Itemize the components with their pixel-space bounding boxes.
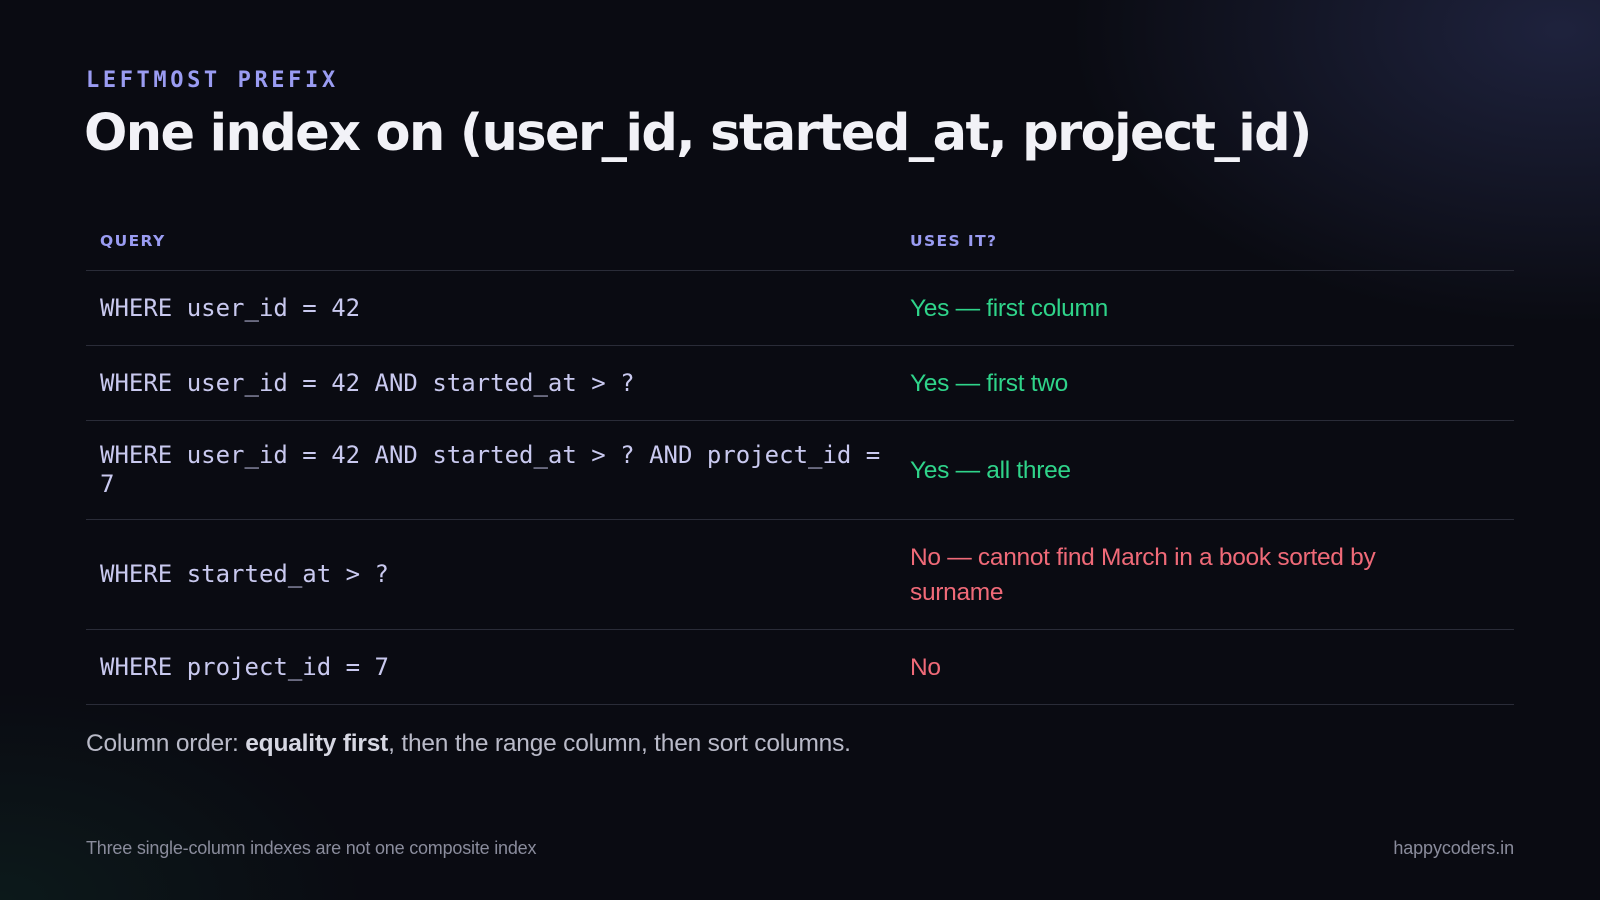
table-row: WHERE started_at > ? No — cannot find Ma… [86, 520, 1514, 630]
uses-cell: Yes — all three [910, 456, 1071, 484]
footer-site: happycoders.in [1393, 838, 1514, 858]
query-cell: WHERE user_id = 42 AND started_at > ? [100, 368, 635, 397]
header-query: QUERY [100, 232, 166, 250]
uses-cell: No — cannot find March in a book sorted … [910, 543, 1376, 606]
footer-caption: Three single-column indexes are not one … [86, 838, 537, 858]
slide-title: One index on (user_id, started_at, proje… [84, 104, 1312, 163]
note-emphasis: equality first [245, 730, 389, 757]
query-cell: WHERE user_id = 42 AND started_at > ? AN… [100, 441, 881, 498]
uses-cell: Yes — first column [910, 294, 1108, 322]
column-order-note: Column order: equality first, then the r… [86, 730, 851, 758]
index-usage-table: QUERY USES IT? WHERE user_id = 42 Yes — … [86, 212, 1514, 705]
table-row: WHERE project_id = 7 No [86, 630, 1514, 705]
table-header: QUERY USES IT? [86, 212, 1514, 271]
uses-cell: No [910, 653, 941, 681]
header-uses-it: USES IT? [910, 232, 998, 250]
query-cell: WHERE project_id = 7 [100, 652, 389, 681]
table-row: WHERE user_id = 42 Yes — first column [86, 271, 1514, 346]
uses-cell: Yes — first two [910, 369, 1068, 397]
eyebrow-label: LEFTMOST PREFIX [86, 68, 339, 93]
table-row: WHERE user_id = 42 AND started_at > ? Ye… [86, 346, 1514, 421]
query-cell: WHERE user_id = 42 [100, 293, 361, 322]
note-suffix: , then the range column, then sort colum… [388, 730, 851, 757]
query-cell: WHERE started_at > ? [100, 560, 389, 588]
table-row: WHERE user_id = 42 AND started_at > ? AN… [86, 421, 1514, 520]
note-prefix: Column order: [86, 730, 246, 757]
